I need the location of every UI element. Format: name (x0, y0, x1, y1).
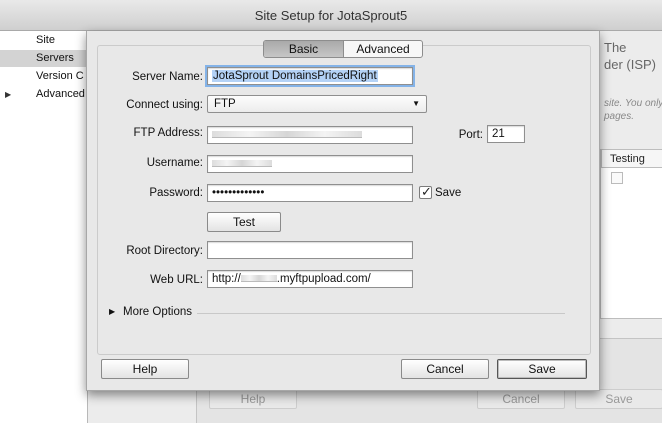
password-input[interactable]: ••••••••••••• (207, 184, 413, 202)
root-directory-input[interactable] (207, 241, 413, 259)
server-setup-sheet: Basic Advanced Server Name: JotaSprout D… (86, 31, 600, 391)
test-button[interactable]: Test (207, 212, 281, 232)
background-help-button[interactable]: Help (209, 389, 297, 409)
username-input[interactable] (207, 155, 413, 173)
connect-using-label: Connect using: (126, 99, 203, 111)
redacted-text (212, 160, 272, 168)
tab-advanced[interactable]: Advanced (344, 41, 422, 57)
redacted-text (212, 131, 362, 139)
ftp-address-label: FTP Address: (133, 127, 203, 139)
window-title: Site Setup for JotaSprout5 (254, 8, 408, 23)
redacted-text (240, 275, 277, 283)
more-options-disclosure-icon[interactable]: ▶ (109, 307, 115, 316)
server-name-label: Server Name: (132, 71, 203, 83)
divider (197, 313, 565, 314)
web-url-input[interactable]: http://.myftpupload.com/ (207, 270, 413, 288)
table-header-testing: Testing (601, 150, 662, 168)
sidebar: Site Servers Version C ▶ Advanced (0, 31, 88, 423)
port-input[interactable]: 21 (487, 125, 525, 143)
server-name-input[interactable]: JotaSprout DomainsPricedRight (207, 67, 413, 85)
sidebar-item-version-control[interactable]: Version C (0, 68, 88, 85)
cancel-button[interactable]: Cancel (401, 359, 489, 379)
more-options-label[interactable]: More Options (123, 306, 192, 318)
sidebar-item-label: Advanced (36, 88, 85, 100)
port-label: Port: (458, 129, 483, 141)
sidebar-item-site[interactable]: Site (0, 32, 88, 49)
disclosure-triangle-icon[interactable]: ▶ (5, 86, 11, 103)
background-heading: The der (ISP) (604, 40, 657, 72)
sidebar-item-servers[interactable]: Servers (0, 50, 88, 67)
window-title-bar: Site Setup for JotaSprout5 (0, 0, 662, 31)
sidebar-item-advanced[interactable]: ▶ Advanced (0, 86, 88, 103)
save-password-checkbox[interactable]: ✓ (419, 184, 432, 199)
testing-checkbox[interactable] (611, 172, 623, 184)
save-password-label: Save (435, 187, 462, 199)
sidebar-item-label: Site (36, 34, 55, 46)
sidebar-item-label: Version C (36, 70, 84, 82)
username-label: Username: (146, 157, 203, 169)
tab-bar: Basic Advanced (263, 40, 423, 58)
background-note: site. You only pages. (604, 98, 662, 122)
checkmark-icon: ✓ (421, 184, 432, 199)
servers-table: Testing (600, 149, 662, 319)
background-cancel-button[interactable]: Cancel (477, 389, 565, 409)
sidebar-item-label: Servers (36, 52, 74, 64)
save-button[interactable]: Save (497, 359, 587, 379)
ftp-address-input[interactable] (207, 126, 413, 144)
help-button[interactable]: Help (101, 359, 189, 379)
web-url-label: Web URL: (150, 274, 203, 286)
tab-basic[interactable]: Basic (264, 41, 344, 57)
password-label: Password: (149, 187, 203, 199)
background-save-button[interactable]: Save (575, 389, 662, 409)
dropdown-arrow-icon: ▼ (412, 99, 420, 108)
root-directory-label: Root Directory: (126, 245, 203, 257)
connect-using-select[interactable]: FTP ▼ (207, 95, 427, 113)
